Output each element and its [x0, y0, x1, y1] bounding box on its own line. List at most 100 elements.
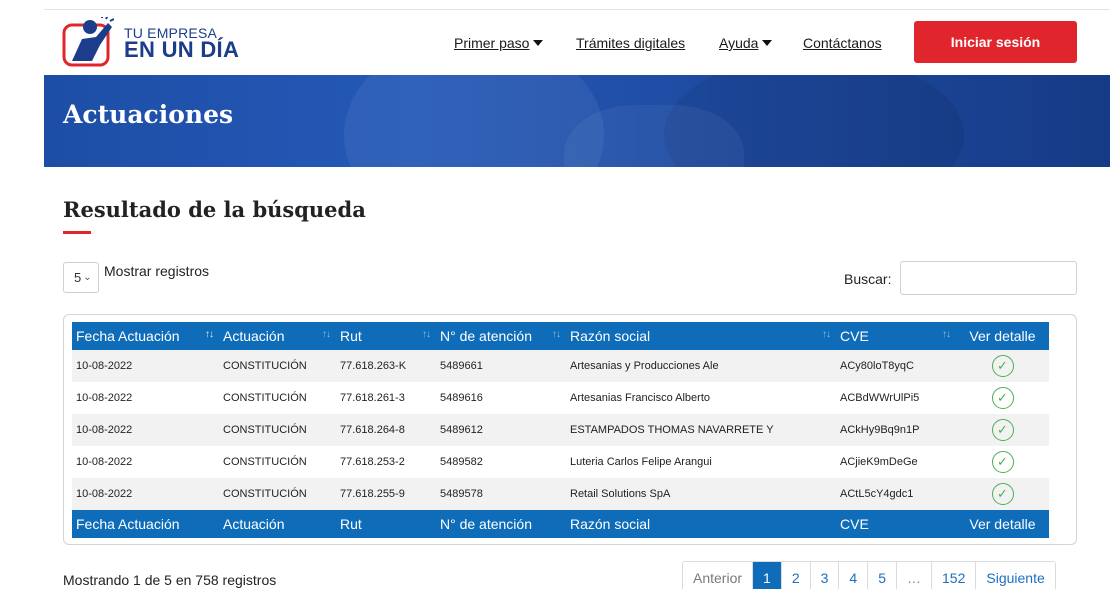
check-circle-icon[interactable]: ✓	[991, 387, 1014, 409]
cell-rut: 77.618.264-8	[340, 424, 405, 436]
chevron-down-icon: ⌄	[83, 272, 92, 283]
footer-col-cve: CVE	[840, 516, 869, 532]
column-label: Fecha Actuación	[76, 328, 180, 344]
table-header-row: Fecha Actuación ↑↓ Actuación ↑↓ Rut ↑↓ N° d…	[72, 322, 1049, 350]
cell-fecha: 10-08-2022	[76, 424, 133, 436]
check-circle-icon[interactable]: ✓	[991, 451, 1014, 473]
nav-primer-paso[interactable]: Primer paso	[454, 35, 544, 51]
cell-cve: ACkHy9Bq9n1P	[840, 424, 920, 436]
footer-col-atencion: N° de atención	[440, 516, 532, 532]
cell-cve: ACtL5cY4gdc1	[840, 488, 914, 500]
table-row: 10-08-2022 CONSTITUCIÓN 77.618.263-K 548…	[72, 350, 1049, 382]
title-underline	[63, 231, 91, 234]
cell-ver-detalle: ✓	[956, 382, 1049, 414]
cell-cve: ACy80loT8yqC	[840, 360, 914, 372]
cell-razon-social: Luteria Carlos Felipe Arangui	[570, 456, 712, 468]
table-body: 10-08-2022 CONSTITUCIÓN 77.618.263-K 548…	[72, 350, 1049, 510]
cell-cve: ACjieK9mDeGe	[840, 456, 918, 468]
cell-fecha: 10-08-2022	[76, 488, 133, 500]
caret-down-icon	[762, 40, 773, 46]
logo-text-line2: EN UN DÍA	[124, 37, 240, 62]
footer-col-ver-detalle: Ver detalle	[969, 516, 1036, 532]
table-row: 10-08-2022 CONSTITUCIÓN 77.618.261-3 548…	[72, 382, 1049, 414]
table-row: 10-08-2022 CONSTITUCIÓN 77.618.253-2 548…	[72, 446, 1049, 478]
pagination-page-5[interactable]: 5	[867, 562, 897, 589]
nav-label: Ayuda	[719, 35, 759, 51]
cell-ver-detalle: ✓	[956, 414, 1049, 446]
column-label: Razón social	[570, 328, 651, 344]
cell-razon-social: Artesanias Francisco Alberto	[570, 392, 711, 404]
column-label: Rut	[340, 328, 362, 344]
cell-ver-detalle: ✓	[956, 478, 1049, 510]
cell-ver-detalle: ✓	[956, 350, 1049, 382]
table-row: 10-08-2022 CONSTITUCIÓN 77.618.264-8 548…	[72, 414, 1049, 446]
cell-rut: 77.618.261-3	[340, 392, 405, 404]
sort-icon: ↑↓	[942, 329, 951, 340]
page-banner: Actuaciones	[44, 75, 1110, 167]
pagination-page-last[interactable]: 152	[931, 562, 976, 589]
records-info: Mostrando 1 de 5 en 758 registros	[63, 572, 277, 588]
cell-actuacion: CONSTITUCIÓN	[223, 360, 307, 372]
cell-actuacion: CONSTITUCIÓN	[223, 424, 307, 436]
column-label: CVE	[840, 328, 869, 344]
page-title: Actuaciones	[63, 100, 234, 129]
cell-actuacion: CONSTITUCIÓN	[223, 392, 307, 404]
cell-fecha: 10-08-2022	[76, 456, 133, 468]
column-label: N° de atención	[440, 328, 532, 344]
footer-col-rut: Rut	[340, 516, 362, 532]
column-header-cve[interactable]: CVE ↑↓	[836, 322, 956, 350]
nav-contactanos[interactable]: Contáctanos	[803, 35, 882, 51]
table-footer: Fecha Actuación Actuación Rut N° de aten…	[72, 510, 1049, 538]
pagination-page-4[interactable]: 4	[838, 562, 868, 589]
sort-icon: ↑↓	[322, 329, 331, 340]
login-button[interactable]: Iniciar sesión	[914, 21, 1077, 63]
column-header-fecha[interactable]: Fecha Actuación ↑↓	[72, 322, 219, 350]
column-label: Actuación	[223, 328, 285, 344]
table-header: Fecha Actuación ↑↓ Actuación ↑↓ Rut ↑↓ N° d…	[72, 322, 1049, 350]
site-header: TU EMPRESA EN UN DÍA Primer paso Trámite…	[44, 10, 1110, 75]
table-footer-row: Fecha Actuación Actuación Rut N° de aten…	[72, 510, 1049, 538]
results-table-container: Fecha Actuación ↑↓ Actuación ↑↓ Rut ↑↓ N° d…	[63, 314, 1077, 545]
footer-col-razon-social: Razón social	[570, 516, 651, 532]
pagination-page-1[interactable]: 1	[752, 562, 781, 589]
cell-atencion: 5489582	[440, 456, 483, 468]
footer-col-actuacion: Actuación	[223, 516, 285, 532]
cell-actuacion: CONSTITUCIÓN	[223, 488, 307, 500]
sort-icon: ↑↓	[422, 329, 431, 340]
search-label: Buscar:	[844, 271, 892, 287]
cell-atencion: 5489578	[440, 488, 483, 500]
pagination: Anterior 1 2 3 4 5 … 152 Siguiente	[682, 561, 1056, 589]
column-header-rut[interactable]: Rut ↑↓	[336, 322, 436, 350]
cell-razon-social: Retail Solutions SpA	[570, 488, 671, 500]
search-input[interactable]	[900, 261, 1077, 295]
cell-actuacion: CONSTITUCIÓN	[223, 456, 307, 468]
site-logo[interactable]: TU EMPRESA EN UN DÍA	[62, 13, 262, 69]
cell-fecha: 10-08-2022	[76, 360, 133, 372]
nav-tramites-digitales[interactable]: Trámites digitales	[576, 35, 685, 51]
page-length-select[interactable]: 5 ⌄	[63, 262, 99, 293]
logo-mark-icon	[62, 17, 114, 67]
pagination-page-3[interactable]: 3	[809, 562, 839, 589]
check-circle-icon[interactable]: ✓	[991, 355, 1014, 377]
pagination-next[interactable]: Siguiente	[975, 562, 1055, 589]
pagination-previous[interactable]: Anterior	[683, 562, 753, 589]
column-header-actuacion[interactable]: Actuación ↑↓	[219, 322, 336, 350]
nav-ayuda[interactable]: Ayuda	[719, 35, 773, 51]
footer-col-fecha: Fecha Actuación	[76, 516, 180, 532]
pagination-page-2[interactable]: 2	[780, 562, 810, 589]
pagination-ellipsis: …	[896, 562, 932, 589]
column-header-atencion[interactable]: N° de atención ↑↓	[436, 322, 566, 350]
check-circle-icon[interactable]: ✓	[991, 483, 1014, 505]
cell-rut: 77.618.263-K	[340, 360, 407, 372]
nav-label: Contáctanos	[803, 35, 882, 51]
cell-razon-social: Artesanias y Producciones Ale	[570, 360, 719, 372]
cell-razon-social: ESTAMPADOS THOMAS NAVARRETE Y	[570, 424, 774, 436]
nav-label: Primer paso	[454, 35, 530, 51]
column-header-razon-social[interactable]: Razón social ↑↓	[566, 322, 836, 350]
results-table: Fecha Actuación ↑↓ Actuación ↑↓ Rut ↑↓ N° d…	[72, 322, 1049, 538]
cell-atencion: 5489616	[440, 392, 483, 404]
cell-rut: 77.618.253-2	[340, 456, 405, 468]
page-length-value: 5	[74, 270, 82, 285]
check-circle-icon[interactable]: ✓	[991, 419, 1014, 441]
cell-ver-detalle: ✓	[956, 446, 1049, 478]
